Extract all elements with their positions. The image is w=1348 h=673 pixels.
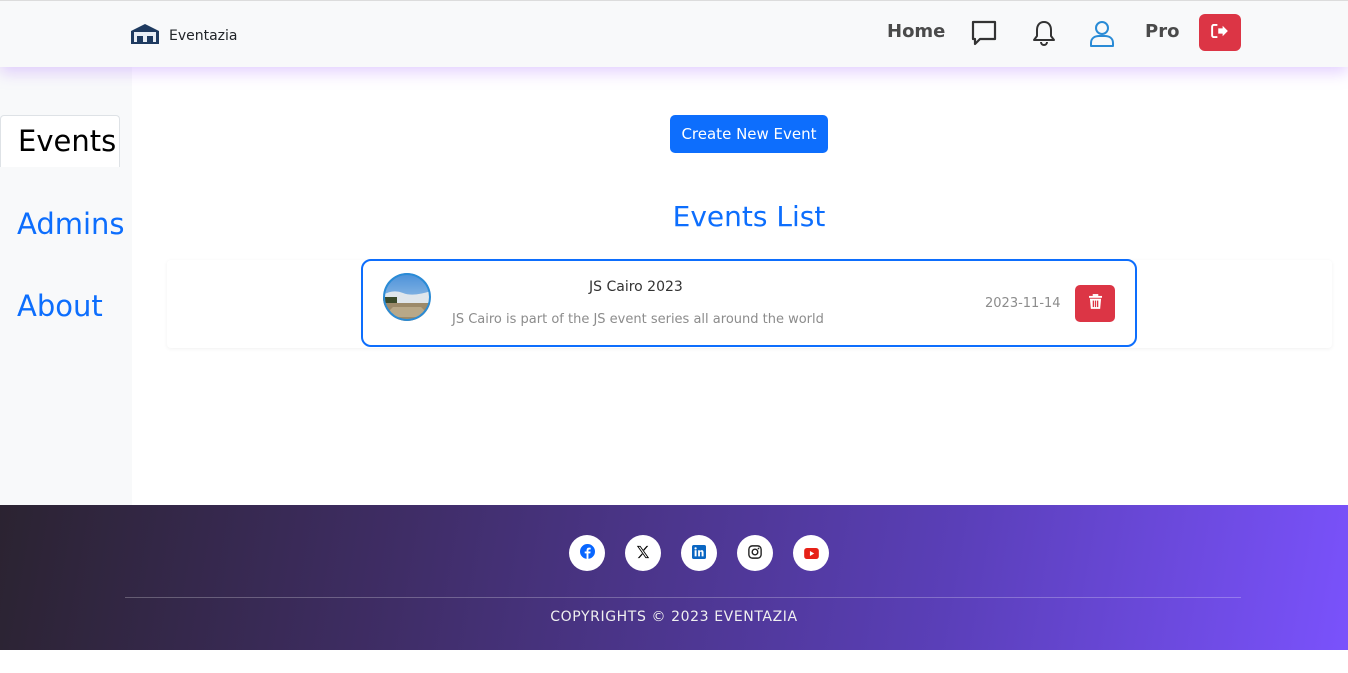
navbar: Eventazia Home Pro <box>0 0 1348 67</box>
event-card[interactable]: JS Cairo 2023 JS Cairo is part of the JS… <box>361 259 1137 347</box>
x-icon <box>636 544 650 563</box>
event-description: JS Cairo is part of the JS event series … <box>452 312 824 327</box>
copyright-text: COPYRIGHTS © 2023 EVENTAZIA <box>550 609 798 625</box>
chat-icon[interactable] <box>970 19 998 47</box>
nav-pro-link[interactable]: Pro <box>1145 21 1179 42</box>
create-event-button[interactable]: Create New Event <box>670 115 828 153</box>
nav-home-link[interactable]: Home <box>887 21 945 42</box>
linkedin-icon <box>692 544 706 563</box>
event-date: 2023-11-14 <box>985 296 1061 311</box>
sidebar-item-about[interactable]: About <box>0 289 103 323</box>
youtube-icon <box>803 544 819 563</box>
footer-divider <box>125 597 1241 598</box>
event-thumbnail <box>383 273 431 321</box>
trash-icon <box>1088 294 1102 313</box>
brand-logo-icon <box>129 22 161 50</box>
sidebar: Events Admins About <box>0 67 132 505</box>
instagram-icon <box>748 544 762 563</box>
delete-event-button[interactable] <box>1075 285 1115 322</box>
instagram-link[interactable] <box>737 535 773 571</box>
logout-button[interactable] <box>1199 14 1241 51</box>
events-list-title: Events List <box>672 200 826 233</box>
facebook-link[interactable] <box>569 535 605 571</box>
bell-icon[interactable] <box>1030 19 1058 47</box>
event-title: JS Cairo 2023 <box>589 279 683 295</box>
sidebar-item-events[interactable]: Events <box>0 115 120 167</box>
footer: COPYRIGHTS © 2023 EVENTAZIA <box>0 505 1348 650</box>
brand-name: Eventazia <box>169 28 238 44</box>
linkedin-link[interactable] <box>681 535 717 571</box>
youtube-link[interactable] <box>793 535 829 571</box>
logout-icon <box>1211 23 1229 42</box>
x-link[interactable] <box>625 535 661 571</box>
facebook-icon <box>579 543 595 563</box>
user-icon[interactable] <box>1088 19 1116 47</box>
brand[interactable]: Eventazia <box>129 22 238 50</box>
